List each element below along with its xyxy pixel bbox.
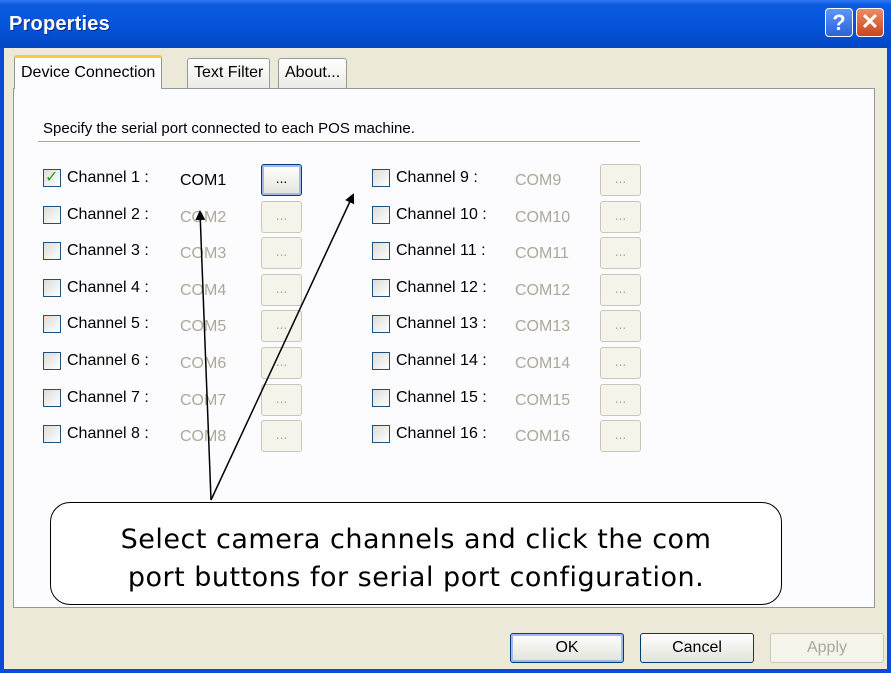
- channel-row-11: Channel 11 : COM11...: [372, 237, 642, 269]
- checkmark-icon: ✓: [45, 167, 59, 186]
- callout-box: Select camera channels and click the com…: [50, 502, 782, 605]
- channel-7-checkbox[interactable]: [43, 389, 61, 407]
- channel-row-2: Channel 2 : COM2...: [43, 201, 313, 233]
- channel-13-port: COM13: [515, 318, 571, 335]
- channel-9-label: Channel 9 :: [396, 169, 478, 186]
- channel-4-checkbox[interactable]: [43, 279, 61, 297]
- channel-11-checkbox[interactable]: [372, 242, 390, 260]
- channel-13-checkbox[interactable]: [372, 315, 390, 333]
- channel-12-label: Channel 12 :: [396, 279, 487, 296]
- channel-4-port-button[interactable]: ...: [261, 274, 302, 306]
- tab-text-filter[interactable]: Text Filter: [187, 58, 271, 88]
- channel-10-checkbox[interactable]: [372, 206, 390, 224]
- channel-3-label: Channel 3 :: [67, 242, 149, 259]
- channel-11-port: COM11: [515, 245, 569, 262]
- channel-15-label: Channel 15 :: [396, 389, 487, 406]
- ok-button[interactable]: OK: [510, 633, 624, 663]
- channel-1-label: Channel 1 :: [67, 169, 149, 186]
- channel-3-port-button[interactable]: ...: [261, 237, 302, 269]
- callout-line-1: Select camera channels and click the com: [120, 524, 712, 555]
- channel-row-4: Channel 4 : COM4...: [43, 274, 313, 306]
- channel-7-port-button[interactable]: ...: [261, 384, 302, 416]
- channel-14-label: Channel 14 :: [396, 352, 487, 369]
- channel-5-checkbox[interactable]: [43, 315, 61, 333]
- channel-14-port: COM14: [515, 355, 571, 372]
- channel-11-label: Channel 11 :: [396, 242, 486, 259]
- channel-16-port-button[interactable]: ...: [600, 420, 641, 452]
- channel-16-checkbox[interactable]: [372, 425, 390, 443]
- channel-row-7: Channel 7 : COM7...: [43, 384, 313, 416]
- channel-row-8: Channel 8 : COM8...: [43, 420, 313, 452]
- channel-5-label: Channel 5 :: [67, 315, 149, 332]
- channel-13-port-button[interactable]: ...: [600, 310, 641, 342]
- apply-button[interactable]: Apply: [770, 633, 884, 663]
- window-title: Properties: [9, 13, 110, 35]
- channel-row-16: Channel 16 : COM16...: [372, 420, 642, 452]
- channel-row-12: Channel 12 : COM12...: [372, 274, 642, 306]
- tab-device-connection[interactable]: Device Connection: [14, 55, 163, 89]
- channel-row-5: Channel 5 : COM5...: [43, 310, 313, 342]
- tab-about[interactable]: About...: [278, 58, 348, 88]
- channel-row-15: Channel 15 : COM15...: [372, 384, 642, 416]
- channel-1-checkbox[interactable]: ✓: [43, 167, 61, 187]
- channel-6-port: COM6: [180, 355, 227, 372]
- channel-15-checkbox[interactable]: [372, 389, 390, 407]
- channel-3-port: COM3: [180, 245, 227, 262]
- channel-row-3: Channel 3 : COM3...: [43, 237, 313, 269]
- channel-8-port-button[interactable]: ...: [261, 420, 302, 452]
- channel-1-port-button[interactable]: ...: [261, 164, 302, 196]
- channel-row-9: Channel 9 : COM9...: [372, 164, 642, 196]
- channel-14-port-button[interactable]: ...: [600, 347, 641, 379]
- instruction-text: Specify the serial port connected to eac…: [43, 120, 415, 137]
- channel-row-14: Channel 14 : COM14...: [372, 347, 642, 379]
- cancel-button[interactable]: Cancel: [640, 633, 754, 663]
- channel-8-port: COM8: [180, 428, 227, 445]
- channel-8-label: Channel 8 :: [67, 425, 149, 442]
- channel-3-checkbox[interactable]: [43, 242, 61, 260]
- channel-row-1: ✓ Channel 1 : COM1...: [43, 164, 313, 196]
- channel-9-checkbox[interactable]: [372, 169, 390, 187]
- channel-7-port: COM7: [180, 392, 227, 409]
- help-button[interactable]: ?: [825, 8, 853, 37]
- callout-line-2: port buttons for serial port configurati…: [127, 562, 705, 593]
- channel-2-port: COM2: [180, 209, 227, 226]
- channel-row-6: Channel 6 : COM6...: [43, 347, 313, 379]
- channel-10-port-button[interactable]: ...: [600, 201, 641, 233]
- channel-5-port-button[interactable]: ...: [261, 310, 302, 342]
- channel-12-checkbox[interactable]: [372, 279, 390, 297]
- channel-4-port: COM4: [180, 282, 227, 299]
- channel-16-port: COM16: [515, 428, 571, 445]
- channel-16-label: Channel 16 :: [396, 425, 487, 442]
- channel-13-label: Channel 13 :: [396, 315, 487, 332]
- channel-9-port-button[interactable]: ...: [600, 164, 641, 196]
- channel-12-port: COM12: [515, 282, 571, 299]
- channel-2-label: Channel 2 :: [67, 206, 149, 223]
- channel-9-port: COM9: [515, 172, 562, 189]
- close-button[interactable]: ✕: [856, 8, 884, 37]
- channel-15-port-button[interactable]: ...: [600, 384, 641, 416]
- channel-6-port-button[interactable]: ...: [261, 347, 302, 379]
- channel-14-checkbox[interactable]: [372, 352, 390, 370]
- channel-10-label: Channel 10 :: [396, 206, 487, 223]
- channel-6-checkbox[interactable]: [43, 352, 61, 370]
- channel-12-port-button[interactable]: ...: [600, 274, 641, 306]
- channel-7-label: Channel 7 :: [67, 389, 149, 406]
- channel-8-checkbox[interactable]: [43, 425, 61, 443]
- channel-1-port: COM1: [180, 172, 227, 189]
- channel-row-13: Channel 13 : COM13...: [372, 310, 642, 342]
- channel-11-port-button[interactable]: ...: [600, 237, 641, 269]
- channel-row-10: Channel 10 : COM10...: [372, 201, 642, 233]
- channel-4-label: Channel 4 :: [67, 279, 149, 296]
- separator: [38, 141, 640, 142]
- channel-5-port: COM5: [180, 318, 227, 335]
- channel-10-port: COM10: [515, 209, 571, 226]
- channel-15-port: COM15: [515, 392, 571, 409]
- channel-6-label: Channel 6 :: [67, 352, 149, 369]
- title-bar[interactable]: Properties ? ✕: [0, 0, 891, 48]
- channel-2-checkbox[interactable]: [43, 206, 61, 224]
- channel-2-port-button[interactable]: ...: [261, 201, 302, 233]
